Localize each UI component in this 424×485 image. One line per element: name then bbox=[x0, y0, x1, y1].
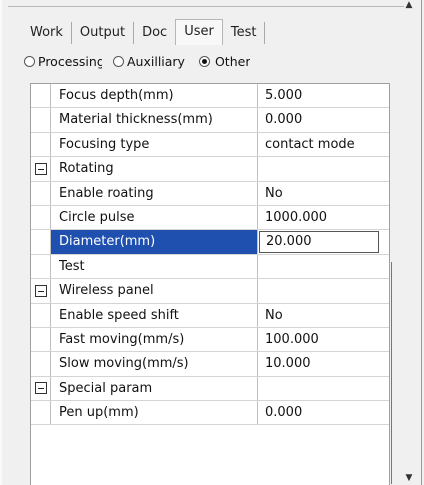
property-name: Focus depth(mm) bbox=[51, 84, 258, 108]
property-name: Enable roating bbox=[51, 181, 258, 205]
grid-row[interactable]: Test bbox=[31, 254, 389, 280]
property-name: Test bbox=[51, 254, 258, 279]
property-name: Enable speed shift bbox=[51, 303, 258, 327]
grid-row[interactable]: Slow moving(mm/s) 10.000 bbox=[31, 352, 389, 377]
grid-row[interactable]: Pen up(mm) 0.000 bbox=[31, 401, 389, 426]
row-gutter bbox=[31, 205, 51, 230]
grid-row[interactable]: Circle pulse 1000.000 bbox=[31, 205, 389, 231]
property-value[interactable]: 0.000 bbox=[258, 401, 389, 424]
row-gutter bbox=[31, 230, 51, 254]
row-gutter bbox=[31, 303, 51, 327]
property-name: Circle pulse bbox=[51, 205, 258, 230]
radio-auxilliary[interactable]: Auxilliary bbox=[113, 54, 185, 69]
group-name: Wireless panel bbox=[51, 279, 258, 303]
grid-row-selected[interactable]: Diameter(mm) 20.000 bbox=[31, 230, 389, 255]
row-gutter bbox=[31, 157, 51, 181]
tab-test[interactable]: Test bbox=[223, 22, 266, 44]
minus-box-icon[interactable] bbox=[34, 382, 47, 395]
group-row-special-param[interactable]: Special param bbox=[31, 376, 389, 402]
tab-strip: Work Output Doc User Test bbox=[22, 18, 266, 45]
property-value[interactable]: 100.000 bbox=[258, 328, 389, 351]
grid-row[interactable]: Material thickness(mm) 0.000 bbox=[31, 108, 389, 133]
diameter-edit-field[interactable]: 20.000 bbox=[259, 231, 379, 254]
row-gutter bbox=[31, 279, 51, 303]
property-value[interactable]: 1000.000 bbox=[258, 206, 389, 229]
group-value bbox=[258, 279, 389, 302]
group-row-wireless-panel[interactable]: Wireless panel bbox=[31, 279, 389, 304]
group-value bbox=[258, 377, 389, 400]
grid-row[interactable]: Enable speed shift No bbox=[31, 303, 389, 328]
radio-processing[interactable]: Processing bbox=[24, 54, 102, 69]
grid-row[interactable]: Focus depth(mm) 5.000 bbox=[31, 84, 389, 109]
right-border bbox=[421, 0, 422, 485]
tab-user[interactable]: User bbox=[175, 19, 223, 45]
radio-other[interactable]: Other bbox=[198, 53, 251, 69]
param-category-radio-group: Processing Auxilliary Other bbox=[24, 52, 250, 70]
radio-checked-icon[interactable] bbox=[198, 55, 210, 67]
group-name: Special param bbox=[51, 376, 258, 401]
radio-other-label: Other bbox=[214, 53, 251, 69]
property-value[interactable]: No bbox=[258, 182, 389, 205]
radio-processing-label: Processing bbox=[38, 53, 102, 69]
row-gutter bbox=[31, 181, 51, 205]
radio-auxilliary-label: Auxilliary bbox=[127, 53, 185, 69]
property-name-selected: Diameter(mm) bbox=[51, 230, 258, 254]
row-gutter bbox=[31, 327, 51, 352]
group-row-rotating[interactable]: Rotating bbox=[31, 157, 389, 182]
property-name: Slow moving(mm/s) bbox=[51, 352, 258, 376]
property-value-cell: 20.000 bbox=[258, 230, 389, 254]
tab-output[interactable]: Output bbox=[70, 22, 133, 44]
top-divider bbox=[8, 6, 404, 7]
row-gutter bbox=[31, 376, 51, 401]
property-name: Pen up(mm) bbox=[51, 401, 258, 425]
grid-row[interactable]: Focusing type contact mode bbox=[31, 132, 389, 158]
group-name: Rotating bbox=[51, 157, 258, 181]
property-value[interactable]: No bbox=[258, 304, 389, 327]
property-name: Material thickness(mm) bbox=[51, 108, 258, 132]
property-name: Fast moving(mm/s) bbox=[51, 327, 258, 352]
property-value[interactable]: 0.000 bbox=[258, 108, 389, 131]
property-grid: Focus depth(mm) 5.000 Material thickness… bbox=[30, 83, 390, 485]
property-value[interactable]: 5.000 bbox=[258, 84, 389, 107]
minus-box-icon[interactable] bbox=[34, 284, 47, 297]
group-value bbox=[258, 157, 389, 180]
radio-unchecked-icon[interactable] bbox=[24, 55, 35, 67]
left-edge bbox=[0, 0, 2, 485]
row-gutter bbox=[31, 254, 51, 279]
tab-doc[interactable]: Doc bbox=[133, 22, 175, 44]
property-value[interactable]: contact mode bbox=[258, 133, 389, 156]
row-gutter bbox=[31, 132, 51, 157]
panel-window: ▲ ▼ Work Output Doc User Test Processing… bbox=[0, 0, 424, 485]
property-value[interactable] bbox=[258, 255, 389, 278]
row-gutter bbox=[31, 401, 51, 425]
property-value[interactable]: 10.000 bbox=[258, 352, 389, 375]
row-gutter bbox=[31, 352, 51, 376]
property-name: Focusing type bbox=[51, 132, 258, 157]
row-gutter bbox=[31, 84, 51, 108]
scroll-up-arrow-icon[interactable]: ▲ bbox=[404, 0, 414, 10]
minus-box-icon[interactable] bbox=[34, 162, 47, 175]
row-gutter bbox=[31, 108, 51, 132]
grid-row[interactable]: Fast moving(mm/s) 100.000 bbox=[31, 327, 389, 353]
radio-unchecked-icon[interactable] bbox=[113, 55, 124, 67]
scroll-down-arrow-icon[interactable]: ▼ bbox=[404, 473, 414, 483]
grid-scrollbar-track[interactable] bbox=[391, 262, 392, 484]
tab-work[interactable]: Work bbox=[22, 22, 71, 44]
grid-row[interactable]: Enable roating No bbox=[31, 181, 389, 206]
